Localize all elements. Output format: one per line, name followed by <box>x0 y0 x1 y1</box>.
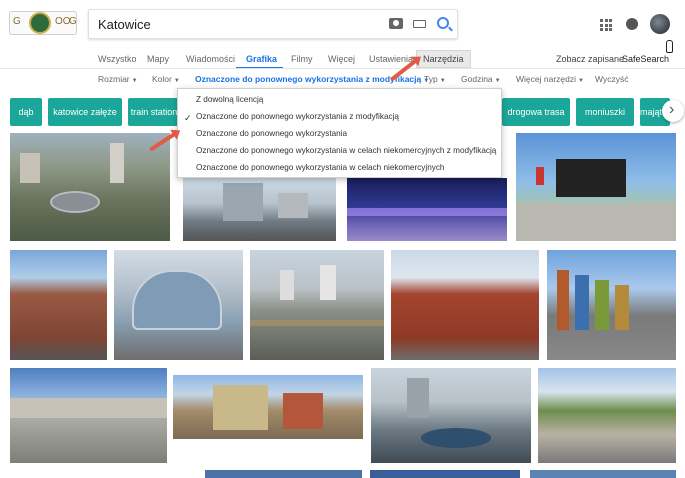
tools-button[interactable]: Narzędzia <box>416 50 471 68</box>
filter-type[interactable]: Typ ▼ <box>424 74 446 84</box>
filter-color-label: Kolor <box>152 74 172 84</box>
tab-images[interactable]: Grafika <box>246 54 277 64</box>
usage-rights-option[interactable]: Oznaczone do ponownego wykorzystania <box>196 129 347 138</box>
chip[interactable]: katowice załęże <box>48 98 122 126</box>
image-result[interactable] <box>183 178 336 241</box>
saved-link[interactable]: Zobacz zapisane <box>556 54 624 64</box>
usage-rights-option[interactable]: Oznaczone do ponownego wykorzystania w c… <box>196 163 444 172</box>
caret-down-icon: ▼ <box>494 78 501 84</box>
image-result[interactable] <box>347 178 507 241</box>
chip[interactable]: drogowa trasa <box>502 98 570 126</box>
usage-rights-option[interactable]: Oznaczone do ponownego wykorzystania w c… <box>196 146 496 155</box>
image-result[interactable] <box>10 368 167 463</box>
notifications-icon[interactable] <box>626 18 638 30</box>
filter-usage-rights-label: Oznaczone do ponownego wykorzystania z m… <box>195 74 422 84</box>
filter-size[interactable]: Rozmiar ▼ <box>98 74 138 84</box>
chevron-right-icon[interactable] <box>662 100 684 122</box>
hand-cursor-icon <box>664 40 676 58</box>
tab-all[interactable]: Wszystko <box>98 54 137 64</box>
filter-time-label: Godzina <box>461 74 493 84</box>
google-doodle-logo[interactable]: G OO G <box>9 11 77 35</box>
filter-size-label: Rozmiar <box>98 74 130 84</box>
filter-more-tools-label: Więcej narzędzi <box>516 74 576 84</box>
caret-down-icon: ▼ <box>131 78 138 84</box>
tab-more[interactable]: Więcej <box>328 54 355 64</box>
image-result[interactable] <box>516 133 676 241</box>
chip[interactable]: dąb <box>10 98 42 126</box>
image-result[interactable] <box>370 470 520 478</box>
search-query[interactable]: Katowice <box>98 17 151 32</box>
chip[interactable]: moniuszki <box>576 98 634 126</box>
image-result[interactable] <box>173 375 363 439</box>
search-icon[interactable] <box>437 17 449 29</box>
chip[interactable]: train station <box>128 98 180 126</box>
camera-icon[interactable] <box>389 18 403 29</box>
avatar[interactable] <box>650 14 670 34</box>
filter-more-tools[interactable]: Więcej narzędzi ▼ <box>516 74 584 84</box>
image-result[interactable] <box>371 368 531 463</box>
image-result[interactable] <box>250 250 384 360</box>
image-result[interactable] <box>538 368 676 463</box>
search-box[interactable]: Katowice <box>88 9 458 39</box>
image-result[interactable] <box>530 470 676 478</box>
tab-maps[interactable]: Mapy <box>147 54 169 64</box>
usage-rights-option-selected[interactable]: Oznaczone do ponownego wykorzystania z m… <box>196 112 399 121</box>
tab-settings[interactable]: Ustawienia <box>369 54 413 64</box>
keyboard-icon[interactable] <box>413 20 426 28</box>
caret-down-icon: ▼ <box>173 78 180 84</box>
tab-videos[interactable]: Filmy <box>291 54 313 64</box>
filter-type-label: Typ <box>424 74 438 84</box>
divider <box>0 68 685 69</box>
tab-news[interactable]: Wiadomości <box>186 54 235 64</box>
image-result[interactable] <box>114 250 243 360</box>
caret-down-icon: ▼ <box>439 78 446 84</box>
image-result[interactable] <box>391 250 539 360</box>
filter-toolbar: Rozmiar ▼ Kolor ▼ Oznaczone do ponownego w… <box>0 70 685 88</box>
image-result[interactable] <box>10 250 107 360</box>
filter-clear[interactable]: Wyczyść <box>595 74 628 84</box>
image-result[interactable] <box>205 470 362 478</box>
filter-color[interactable]: Kolor ▼ <box>152 74 180 84</box>
filter-time[interactable]: Godzina ▼ <box>461 74 501 84</box>
search-tabs: Wszystko Mapy Wiadomości Grafika Filmy W… <box>0 48 685 69</box>
doodle-portrait <box>29 12 51 34</box>
image-result[interactable] <box>547 250 676 360</box>
safesearch-link[interactable]: SafeSearch <box>622 54 669 64</box>
usage-rights-option[interactable]: Z dowolną licencją <box>196 95 263 104</box>
caret-down-icon: ▼ <box>578 78 584 84</box>
image-result[interactable] <box>10 133 170 241</box>
usage-rights-dropdown: ✓ Z dowolną licencją Oznaczone do ponown… <box>177 88 502 178</box>
checkmark-icon: ✓ <box>184 113 192 123</box>
apps-grid-icon[interactable] <box>600 19 612 31</box>
top-bar: G OO G Katowice <box>0 0 685 48</box>
